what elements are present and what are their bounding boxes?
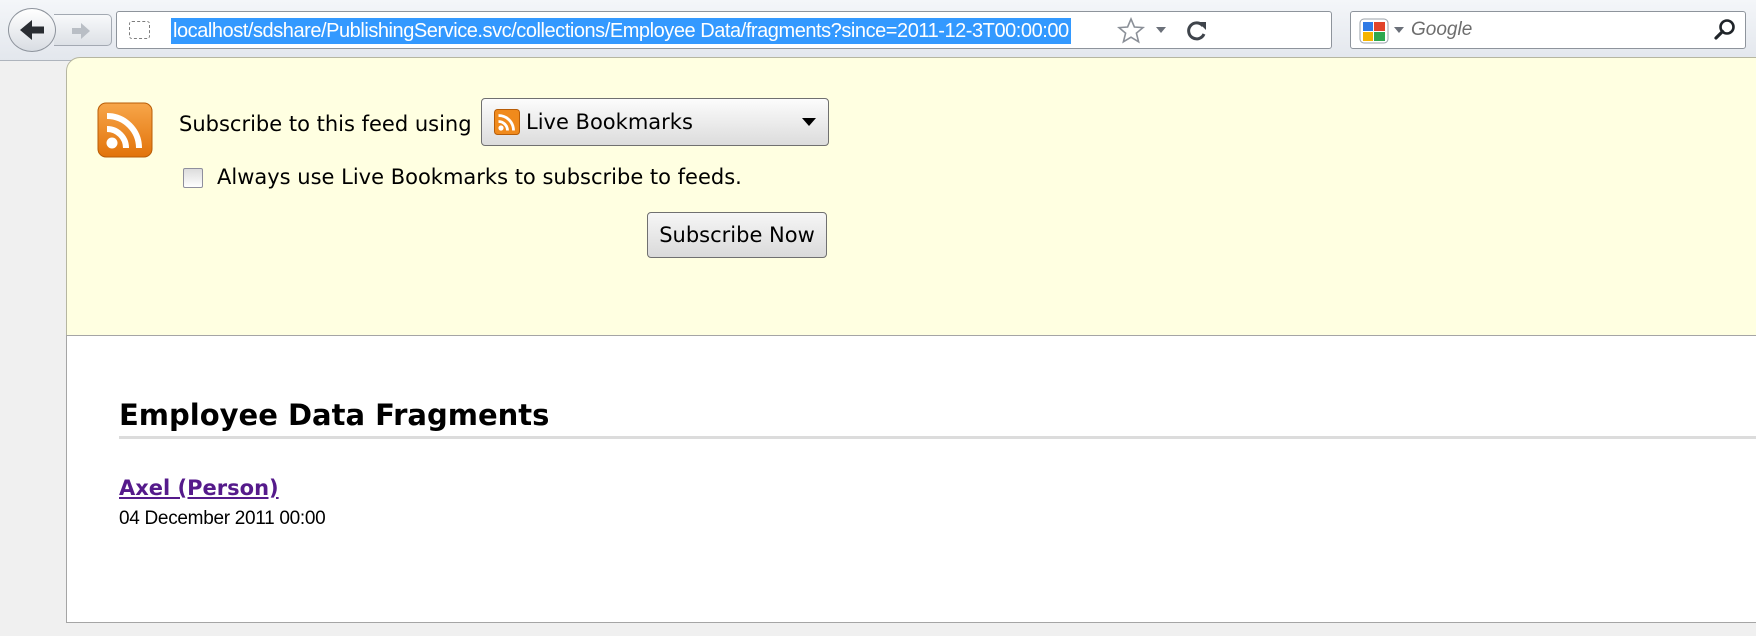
rss-feed-icon [494,109,520,135]
forward-arrow-icon [72,23,90,39]
url-bar[interactable]: localhost/sdshare/PublishingService.svc/… [116,11,1332,49]
browser-window: localhost/sdshare/PublishingService.svc/… [0,0,1756,636]
google-icon[interactable] [1359,18,1389,44]
back-button[interactable] [8,8,56,52]
subscribe-panel: Subscribe to this feed using Live Bookma… [66,57,1756,351]
site-identity-icon[interactable] [129,21,150,39]
subscribe-now-button[interactable]: Subscribe Now [647,212,827,258]
chevron-down-icon[interactable] [1394,27,1404,34]
entry-date: 04 December 2011 00:00 [119,508,326,529]
entry-title-link[interactable]: Axel (Person) [119,476,279,500]
url-text[interactable]: localhost/sdshare/PublishingService.svc/… [171,18,1071,44]
feed-reader-selected: Live Bookmarks [526,110,693,134]
bookmark-star-icon[interactable] [1117,17,1145,45]
feed-reader-select[interactable]: Live Bookmarks [481,98,829,146]
chevron-down-icon[interactable] [1156,27,1166,34]
rss-feed-icon [97,102,153,158]
always-use-checkbox[interactable] [183,168,203,188]
search-input[interactable] [1411,17,1701,43]
feed-body: Employee Data Fragments Axel (Person) 04… [66,335,1756,623]
reload-icon[interactable] [1184,18,1210,44]
always-use-label[interactable]: Always use Live Bookmarks to subscribe t… [217,165,742,189]
navigation-toolbar: localhost/sdshare/PublishingService.svc/… [0,0,1756,61]
chevron-down-icon [802,118,816,126]
subscribe-label: Subscribe to this feed using [179,112,472,136]
feed-title: Employee Data Fragments [119,398,1756,439]
search-bar[interactable] [1350,11,1746,49]
magnifier-icon[interactable] [1713,18,1737,42]
forward-button[interactable] [54,14,112,46]
page-content: Subscribe to this feed using Live Bookma… [0,57,1756,636]
back-arrow-icon [20,20,44,40]
